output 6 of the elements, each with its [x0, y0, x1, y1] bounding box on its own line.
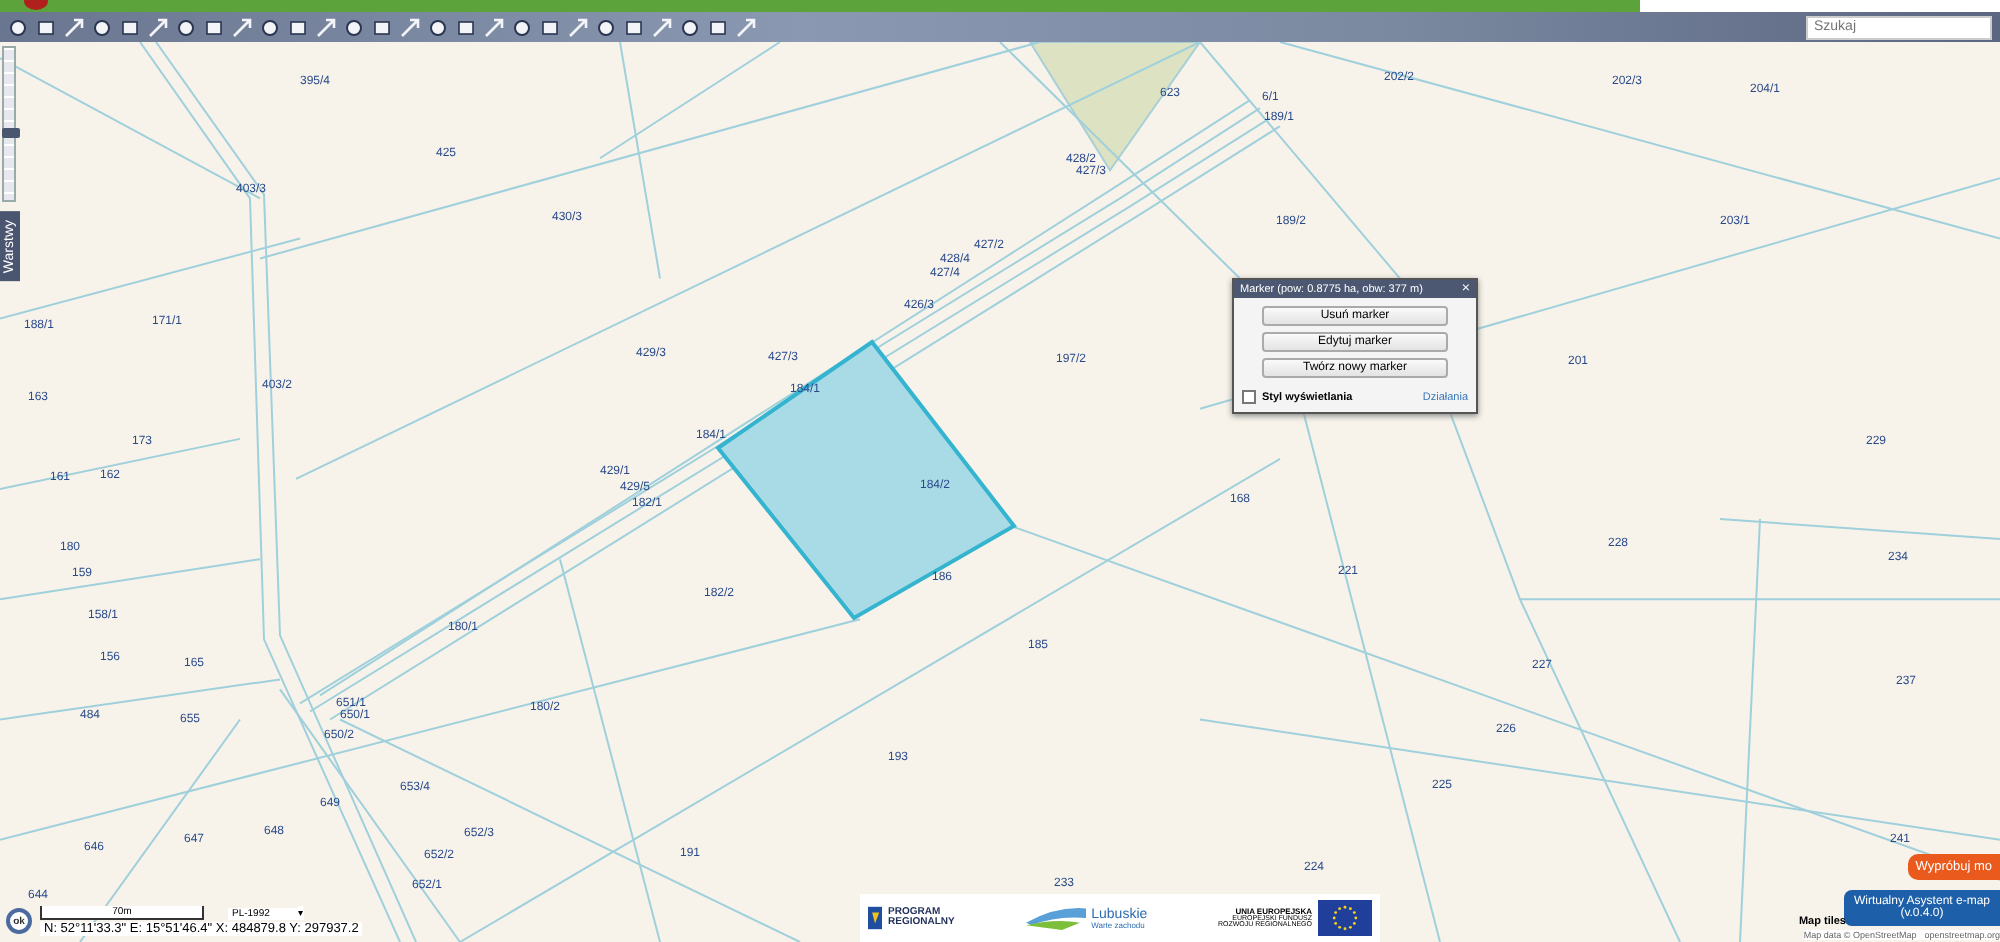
zoom-slider[interactable]	[2, 46, 16, 202]
eu-flag-icon	[1318, 900, 1372, 936]
program-logo-icon	[868, 904, 882, 932]
checkbox[interactable]	[1242, 390, 1256, 404]
zoom-slider-thumb[interactable]	[2, 127, 20, 138]
region-logo-icon	[1025, 904, 1086, 932]
